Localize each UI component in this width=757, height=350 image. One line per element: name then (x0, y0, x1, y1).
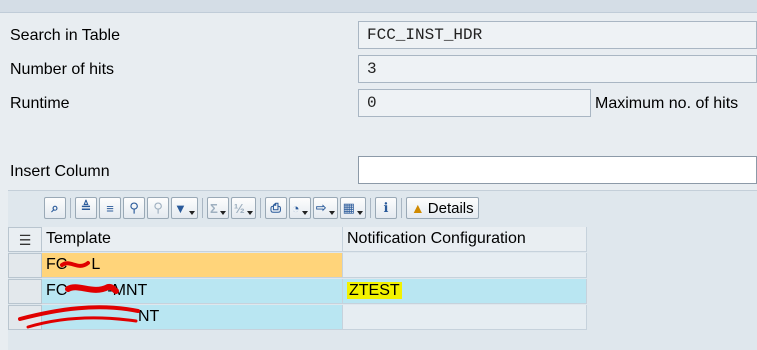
find-icon[interactable]: ⚲ (123, 197, 145, 219)
template-text-tail: -MNT (107, 282, 148, 299)
notification-value: ZTEST (347, 282, 402, 299)
grid-toolbar: ⌕ ≜ ≡ ⚲ ⚲ ▼ Σ ½ ⎙ ◔ ⇨ ▦ ℹ ▲ Details (44, 195, 481, 221)
sort-descending-icon[interactable]: ≡ (99, 197, 121, 219)
toolbar-separator (400, 198, 402, 218)
print-icon[interactable]: ⎙ (264, 197, 287, 219)
views-icon[interactable]: ◔ (288, 197, 311, 219)
select-all-icon[interactable]: ☰ (8, 227, 42, 252)
table-row[interactable]: FC L (8, 253, 587, 278)
sort-ascending-icon[interactable]: ≜ (75, 197, 97, 219)
search-table-field[interactable]: FCC_INST_HDR (358, 21, 757, 49)
row-selector[interactable] (8, 305, 42, 330)
details-label: Details (427, 199, 474, 217)
toolbar-separator (369, 198, 371, 218)
template-cell[interactable]: FC L (42, 253, 343, 278)
notification-cell[interactable] (343, 253, 587, 278)
mountain-icon: ▲ (410, 200, 425, 216)
layout-icon[interactable]: ▦ (339, 197, 366, 219)
notification-cell[interactable]: ZTEST (343, 279, 587, 304)
column-header-notification[interactable]: Notification Configuration (343, 227, 587, 252)
subtotal-icon[interactable]: ½ (230, 197, 256, 219)
row-selector[interactable] (8, 253, 42, 278)
info-icon[interactable]: ℹ (374, 197, 397, 219)
max-hits-label: Maximum no. of hits (595, 95, 739, 112)
number-of-hits-label: Number of hits (10, 61, 115, 78)
search-table-label: Search in Table (10, 27, 120, 44)
template-cell[interactable]: NT (42, 305, 343, 330)
table-row[interactable]: FC -MNT ZTEST (8, 279, 587, 304)
row-selector[interactable] (8, 279, 42, 304)
total-icon[interactable]: Σ (206, 197, 229, 219)
top-bar (0, 0, 757, 13)
template-text-tail: NT (138, 308, 160, 325)
alv-grid: ⌕ ≜ ≡ ⚲ ⚲ ▼ Σ ½ ⎙ ◔ ⇨ ▦ ℹ ▲ Details ☰ Tem… (8, 190, 757, 350)
number-of-hits-field: 3 (358, 55, 757, 83)
runtime-label: Runtime (10, 95, 70, 112)
column-header-template[interactable]: Template (42, 227, 343, 252)
table-row[interactable]: NT (8, 305, 587, 330)
details-button[interactable]: ▲ Details (405, 197, 479, 219)
runtime-field: 0 (358, 89, 591, 117)
table-header: ☰ Template Notification Configuration (8, 227, 587, 252)
filter-icon[interactable]: ▼ (171, 197, 198, 219)
template-text: FC (46, 282, 68, 299)
toolbar-separator (201, 198, 203, 218)
find-next-icon[interactable]: ⚲ (147, 197, 169, 219)
template-text: FC (46, 256, 68, 273)
insert-column-label: Insert Column (10, 163, 110, 180)
toolbar-separator (259, 198, 261, 218)
notification-cell[interactable] (343, 305, 587, 330)
insert-column-input[interactable] (358, 156, 757, 184)
template-cell[interactable]: FC -MNT (42, 279, 343, 304)
export-icon[interactable]: ⇨ (312, 197, 338, 219)
toolbar-separator (70, 198, 71, 218)
template-text-tail: L (91, 256, 101, 273)
details-view-icon[interactable]: ⌕ (44, 197, 66, 219)
